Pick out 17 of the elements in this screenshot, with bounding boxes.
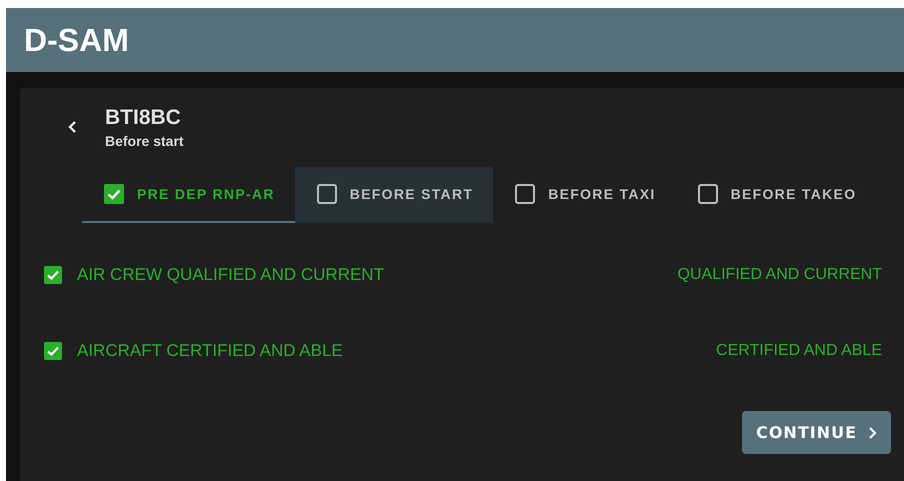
tab[interactable]: BEFORE START bbox=[294, 167, 494, 223]
checklist-subtitle: Before start bbox=[105, 133, 184, 149]
app-title: D-SAM bbox=[24, 22, 129, 58]
checklist-title: BTI8BC bbox=[105, 106, 182, 130]
tab[interactable]: BEFORE TAXI bbox=[493, 167, 676, 223]
checklist-item-value: CERTIFIED AND ABLE bbox=[716, 342, 882, 360]
tab[interactable]: BEFORE TAKEO bbox=[676, 167, 876, 223]
checklist-item-label: AIR CREW QUALIFIED AND CURRENT bbox=[77, 265, 384, 285]
checkbox-checked-icon[interactable] bbox=[44, 266, 62, 284]
checkbox-checked-icon[interactable] bbox=[44, 342, 62, 360]
back-button[interactable] bbox=[68, 120, 78, 134]
checklist-item-value: QUALIFIED AND CURRENT bbox=[678, 266, 882, 284]
chevron-right-icon bbox=[867, 426, 877, 440]
checklist-item-label: AIRCRAFT CERTIFIED AND ABLE bbox=[77, 341, 343, 361]
continue-button[interactable]: CONTINUE bbox=[742, 411, 891, 454]
tab[interactable]: PRE DEP RNP-AR bbox=[82, 167, 295, 223]
back-icon bbox=[68, 120, 78, 134]
